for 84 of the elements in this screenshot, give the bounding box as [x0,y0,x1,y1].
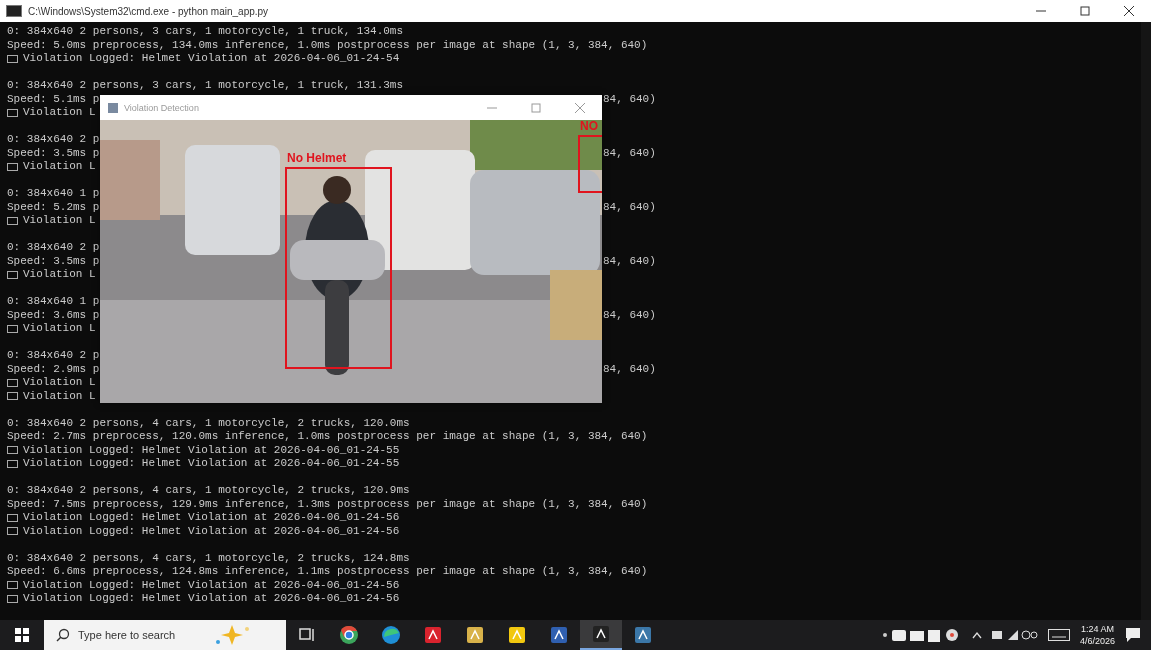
app-icon [591,624,611,644]
console-line: Speed: 3.5ms p [7,146,100,160]
missing-glyph-icon [7,581,18,590]
missing-glyph-icon [7,594,18,603]
console-line: Violation L [23,322,96,336]
console-line: Violation Logged: Helmet Violation at 2026-04-06_01-24-56 [23,592,400,606]
notifications-icon[interactable] [1125,627,1141,643]
console-line: Violation Logged: Helmet Violation at 2026-04-06_01-24-56 [23,511,400,525]
app-icon [507,625,527,645]
console-line: 84, 640) [603,308,657,322]
console-line: Speed: 3.6ms p [7,308,100,322]
console-line: 84, 640) [603,362,657,376]
search-field[interactable]: Type here to search [44,620,286,650]
missing-glyph-icon [7,392,18,401]
console-line: Violation L [23,376,96,390]
console-line: Violation L [23,389,96,403]
console-line: Violation L [23,160,96,174]
console-line: Speed: 2.9ms p [7,362,100,376]
console-line: 84, 640) [603,200,657,214]
missing-glyph-icon [7,162,18,171]
missing-glyph-icon [7,513,18,522]
close-icon [575,102,585,113]
console-line: Violation Logged: Helmet Violation at 2026-04-06_01-24-55 [23,457,400,471]
terminal-icon [6,5,22,17]
console-line: Speed: 5.0ms preprocess, 134.0ms inference, 1.0ms postprocess per image at shape (1, 3, 384, 640) [7,38,648,52]
console-line: Speed: 3.5ms p [7,254,100,268]
console-line: Speed: 5.1ms p [7,92,100,106]
detection-label: No Helmet [287,151,347,165]
console-line: Violation L [23,268,96,282]
console-line: Speed: 6.6ms preprocess, 124.8ms inference, 1.1ms postprocess per image at shape (1, 3, 384, 640) [7,565,648,579]
missing-glyph-icon [7,216,18,225]
window-title: Violation Detection [124,102,199,113]
console-line: 0: 384x640 2 p [7,241,100,255]
maximize-icon [531,102,541,113]
keyboard-icon[interactable] [1047,629,1070,641]
app-icon [549,625,569,645]
maximize-icon [1080,6,1090,16]
taskbar-app-button[interactable] [580,620,622,650]
console-line: 0: 384x640 2 p [7,133,100,147]
missing-glyph-icon [7,459,18,468]
missing-glyph-icon [7,324,18,333]
console-line: Speed: 7.5ms preprocess, 129.9ms inference, 1.3ms postprocess per image at shape (1, 3, 384, 640) [7,497,648,511]
missing-glyph-icon [7,54,18,63]
detection-label: NO [580,120,598,133]
console-line: Violation Logged: Helmet Violation at 2026-04-06_01-24-56 [23,578,400,592]
app-icon [108,102,118,113]
task-view-icon [299,628,315,642]
clock-date: 4/6/2026 [1079,635,1115,647]
console-line: Violation Logged: Helmet Violation at 2026-04-06_01-24-54 [23,52,400,66]
clock-time: 1:24 AM [1080,623,1114,635]
system-icons-drawing [991,628,1038,642]
missing-glyph-icon [7,446,18,455]
console-line: Speed: 2.7ms preprocess, 120.0ms inference, 1.0ms postprocess per image at shape (1, 3, 384, 640) [7,430,648,444]
windows-logo-icon [15,628,29,642]
browser-icon [339,625,359,645]
console-line: Speed: 5.2ms p [7,200,100,214]
console-line: 0: 384x640 2 persons, 3 cars, 1 motorcycle, 1 truck, 134.0ms [7,25,404,39]
console-line: 84, 640) [603,146,657,160]
search-icon [56,628,70,642]
scrollbar[interactable] [1141,22,1151,620]
console-line: 0: 384x640 1 p [7,295,100,309]
console-line: 0: 384x640 2 persons, 4 cars, 1 motorcycle, 2 trucks, 120.9ms [7,484,410,498]
missing-glyph-icon [7,270,18,279]
console-line: 0: 384x640 2 persons, 4 cars, 1 motorcycle, 2 trucks, 120.0ms [7,416,410,430]
app-icon [465,625,485,645]
console-line: Violation L [23,214,96,228]
missing-glyph-icon [7,108,18,117]
browser-icon [381,625,401,645]
console-line: Violation Logged: Helmet Violation at 2026-04-06_01-24-55 [23,443,400,457]
console-line: 0: 384x640 2 persons, 3 cars, 1 motorcycle, 1 truck, 131.3ms [7,79,404,93]
console-line: 0: 384x640 2 persons, 4 cars, 1 motorcycle, 2 trucks, 124.8ms [7,551,410,565]
console-line: Violation L [23,106,96,120]
chevron-up-icon[interactable] [971,631,982,639]
close-icon [1124,6,1134,16]
console-line: 0: 384x640 2 p [7,349,100,363]
console-line: Violation Logged: Helmet Violation at 2026-04-06_01-24-56 [23,524,400,538]
console-line: 84, 640) [603,254,657,268]
window-title: C:\Windows\System32\cmd.exe - python main_app.py [28,5,269,17]
app-icon [423,625,443,645]
app-icon [633,625,653,645]
console-line: 0: 384x640 1 p [7,187,100,201]
missing-glyph-icon [7,527,18,536]
missing-glyph-icon [7,378,18,387]
console-line: 84, 640) [603,92,657,106]
